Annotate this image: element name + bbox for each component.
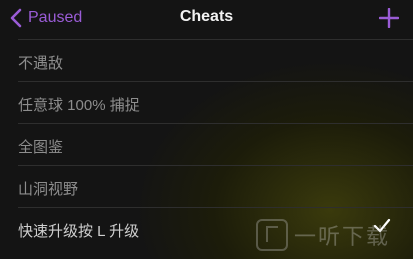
cheat-label: 全图鉴 [18, 139, 64, 156]
checkmark-icon [373, 218, 391, 239]
cheat-label: 任意球 100% 捕捉 [18, 97, 140, 114]
page-title: Cheats [179, 8, 234, 25]
navigation-bar: Paused Cheats [0, 0, 413, 38]
add-cheat-button[interactable] [378, 7, 400, 33]
cheat-row[interactable]: 全图鉴 [18, 123, 413, 165]
cheat-row[interactable]: 山洞视野 [18, 165, 413, 207]
cheat-row[interactable]: 不遇敌 [18, 39, 413, 81]
cheat-label: 山洞视野 [18, 181, 79, 198]
cheat-label: 不遇敌 [18, 55, 64, 72]
cheat-label: 快速升级按 L 升级 [18, 223, 140, 240]
cheats-list: 不遇敌 任意球 100% 捕捉 全图鉴 山洞视野 快速升级按 L 升级 [18, 39, 413, 249]
plus-icon [378, 7, 400, 32]
cheat-row[interactable]: 快速升级按 L 升级 [18, 207, 413, 249]
cheat-row[interactable]: 任意球 100% 捕捉 [18, 81, 413, 123]
